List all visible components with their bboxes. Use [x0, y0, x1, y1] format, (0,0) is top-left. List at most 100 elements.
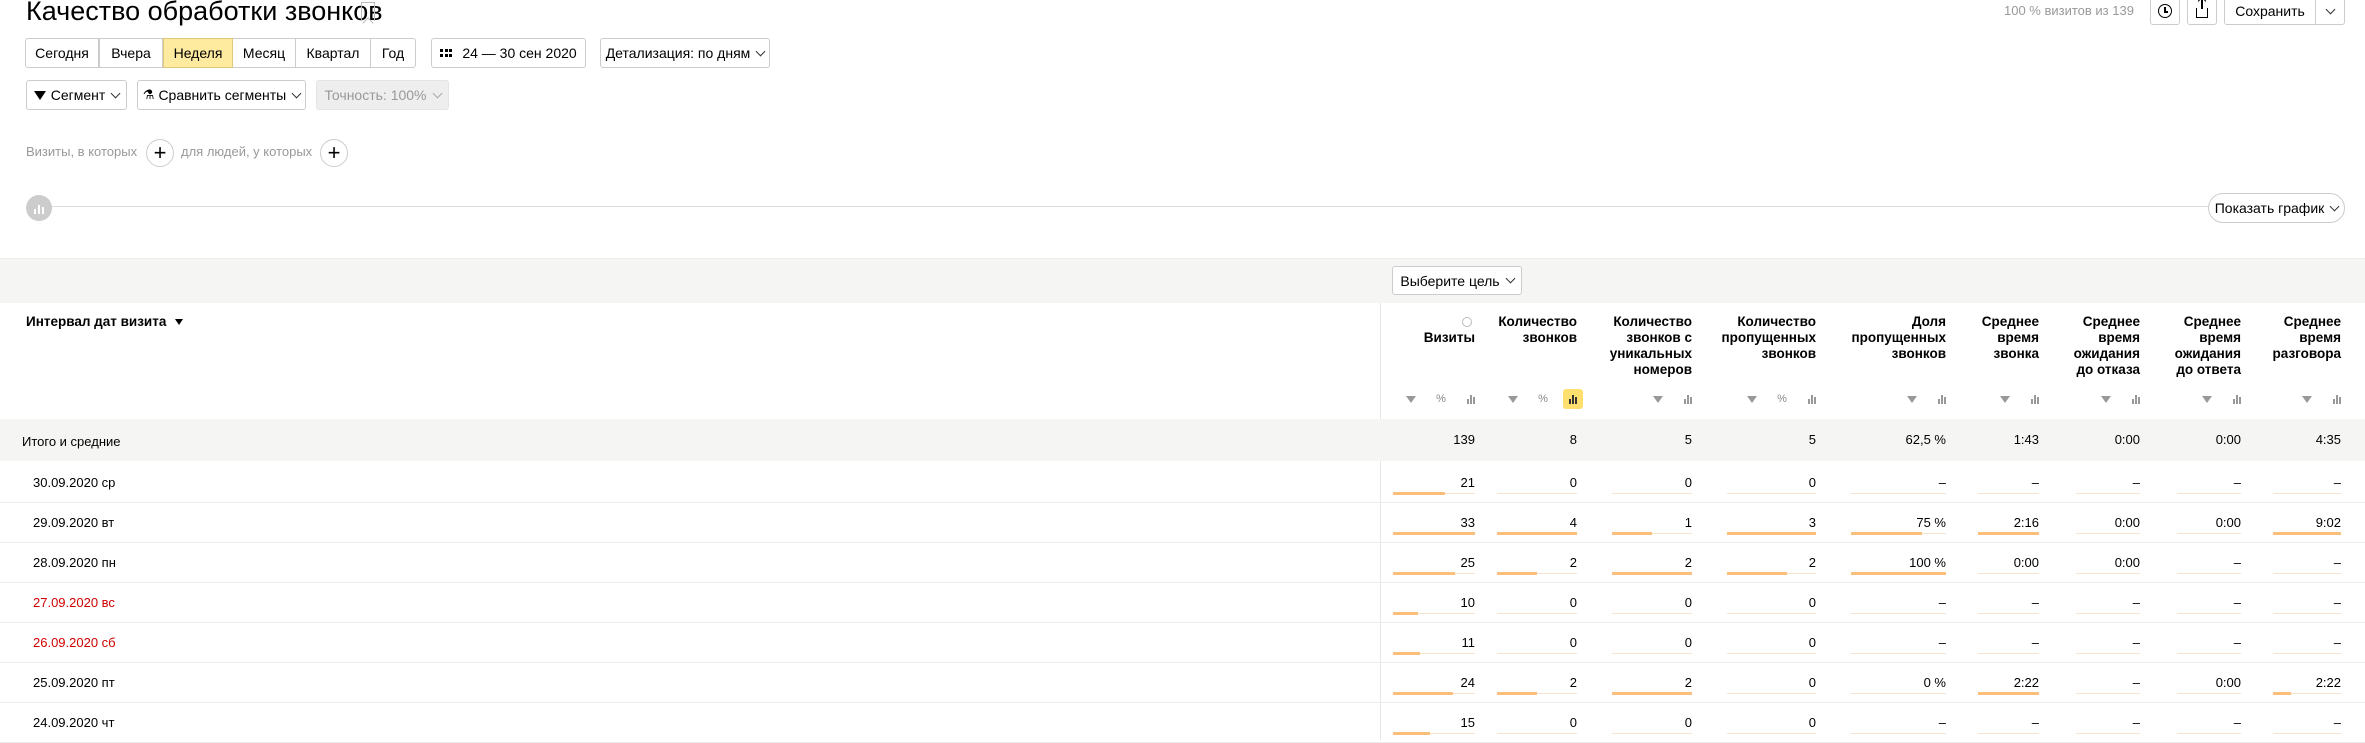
column-filter-icon[interactable]: [2197, 389, 2217, 409]
dimension-header[interactable]: Интервал дат визита: [26, 314, 184, 329]
column-chart-icon[interactable]: [1678, 389, 1698, 409]
chart-divider: [40, 206, 2210, 207]
row-bar-track: [2273, 653, 2341, 654]
percent-icon[interactable]: %: [1533, 389, 1553, 409]
row-bar-track: [1978, 573, 2039, 574]
table-row[interactable]: 30.09.2020 ср 21 0 0 0 – – – – –: [0, 463, 2365, 503]
export-button[interactable]: [2187, 0, 2217, 25]
column-filter-icon[interactable]: [2297, 389, 2317, 409]
row-value-bar: [1393, 532, 1475, 535]
history-button[interactable]: [2150, 0, 2180, 25]
row-bar-track: [1497, 613, 1577, 614]
column-chart-icon[interactable]: [1802, 389, 1822, 409]
add-visit-condition-button[interactable]: +: [146, 139, 174, 167]
table-row[interactable]: 25.09.2020 пт 24 2 2 0 0 % 2:22 – 0:00 2:22: [0, 663, 2365, 703]
column-filter-icon[interactable]: [2096, 389, 2116, 409]
row-bar-track: [1727, 613, 1816, 614]
row-bar-track: [2177, 733, 2241, 734]
row-value-bar: [1612, 692, 1692, 695]
row-bar-track: [1851, 493, 1946, 494]
row-bar-track: [2076, 573, 2140, 574]
chevron-down-icon: [432, 88, 442, 98]
row-bar-track: [1612, 733, 1692, 734]
row-bar-track: [1497, 493, 1577, 494]
row-cell: –: [2233, 595, 2241, 610]
show-chart-button[interactable]: Показать график: [2208, 193, 2345, 223]
column-filter-icon[interactable]: [1503, 389, 1523, 409]
filter-icon: [33, 90, 46, 100]
row-bar-track: [1727, 693, 1816, 694]
column-header-0[interactable]: Визиты: [1415, 314, 1475, 346]
column-chart-icon[interactable]: [2126, 389, 2146, 409]
table-row[interactable]: 29.09.2020 вт 33 4 1 3 75 % 2:16 0:00 0:00 9:02: [0, 503, 2365, 543]
row-date-label: 30.09.2020 ср: [33, 475, 116, 490]
row-cell: 0:00: [2013, 555, 2039, 570]
row-date-label: 27.09.2020 вс: [33, 595, 115, 610]
goal-band: [0, 258, 2365, 303]
row-value-bar: [1978, 532, 2039, 535]
row-bar-track: [2076, 693, 2140, 694]
column-header-2[interactable]: Количество звонков с уникальных номеров: [1592, 314, 1692, 378]
column-chart-icon[interactable]: [2025, 389, 2045, 409]
segment-button[interactable]: Сегмент: [26, 80, 127, 110]
row-cell: –: [2333, 715, 2341, 730]
period-quarter-button[interactable]: Квартал: [295, 38, 371, 68]
column-chart-icon[interactable]: [1932, 389, 1952, 409]
compare-icon: ⚗: [142, 87, 155, 102]
totals-cell: 8: [1569, 432, 1577, 447]
column-header-8[interactable]: Среднее время разговора: [2261, 314, 2341, 362]
column-filter-icon[interactable]: [1995, 389, 2015, 409]
column-filter-icon[interactable]: [1401, 389, 1421, 409]
row-date-label: 25.09.2020 пт: [33, 675, 115, 690]
column-filter-icon[interactable]: [1742, 389, 1762, 409]
row-value-bar: [1393, 652, 1420, 655]
column-chart-icon[interactable]: [1461, 389, 1481, 409]
add-people-condition-button[interactable]: +: [320, 139, 348, 167]
row-bar-track: [2273, 493, 2341, 494]
compare-segments-button[interactable]: ⚗ Сравнить сегменты: [137, 80, 306, 110]
table-row[interactable]: 27.09.2020 вс 10 0 0 0 – – – – –: [0, 583, 2365, 623]
row-value-bar: [1612, 532, 1652, 535]
period-today-button[interactable]: Сегодня: [25, 38, 99, 68]
chart-icon[interactable]: [26, 195, 52, 221]
row-bar-track: [2076, 733, 2140, 734]
column-chart-icon[interactable]: [2327, 389, 2347, 409]
row-cell: 2: [1684, 675, 1692, 690]
chevron-down-icon: [291, 88, 302, 98]
column-header-7[interactable]: Среднее время ожидания до ответа: [2161, 314, 2241, 378]
row-value-bar: [1612, 572, 1692, 575]
row-cell: 0: [1808, 635, 1816, 650]
table-row[interactable]: 24.09.2020 чт 15 0 0 0 – – – – –: [0, 703, 2365, 743]
row-cell: 0: [1569, 715, 1577, 730]
row-cell: –: [2031, 475, 2039, 490]
table-row[interactable]: 28.09.2020 пн 25 2 2 2 100 % 0:00 0:00 – –: [0, 543, 2365, 583]
save-menu-button[interactable]: [2315, 0, 2345, 25]
goal-select[interactable]: Выберите цель: [1392, 266, 1522, 295]
column-filter-icon[interactable]: [1648, 389, 1668, 409]
period-year-button[interactable]: Год: [370, 38, 416, 68]
column-chart-icon[interactable]: [2227, 389, 2247, 409]
period-month-button[interactable]: Месяц: [232, 38, 296, 68]
column-header-4[interactable]: Доля пропущенных звонков: [1836, 314, 1946, 362]
date-range-button[interactable]: 24 — 30 сен 2020: [431, 38, 586, 68]
percent-icon[interactable]: %: [1431, 389, 1451, 409]
detail-dropdown[interactable]: Детализация: по дням: [600, 38, 770, 68]
accuracy-dropdown[interactable]: Точность: 100%: [316, 80, 449, 110]
column-header-1[interactable]: Количество звонков: [1487, 314, 1577, 346]
period-yesterday-button[interactable]: Вчера: [99, 38, 163, 68]
row-cell: 0 %: [1923, 675, 1946, 690]
column-header-5[interactable]: Среднее время звонка: [1959, 314, 2039, 362]
period-week-button[interactable]: Неделя: [163, 38, 233, 68]
row-cell: 0: [1569, 635, 1577, 650]
column-chart-icon[interactable]: [1563, 389, 1583, 409]
table-row[interactable]: 26.09.2020 сб 11 0 0 0 – – – – –: [0, 623, 2365, 663]
row-cell: 2: [1684, 555, 1692, 570]
column-filter-icon[interactable]: [1902, 389, 1922, 409]
row-bar-track: [2076, 653, 2140, 654]
percent-icon[interactable]: %: [1772, 389, 1792, 409]
save-button[interactable]: Сохранить: [2224, 0, 2316, 25]
bookmark-icon[interactable]: [361, 2, 375, 21]
column-header-6[interactable]: Среднее время ожидания до отказа: [2060, 314, 2140, 378]
sample-note: 100 % визитов из 139: [2004, 3, 2134, 18]
column-header-3[interactable]: Количество пропущенных звонков: [1696, 314, 1816, 362]
